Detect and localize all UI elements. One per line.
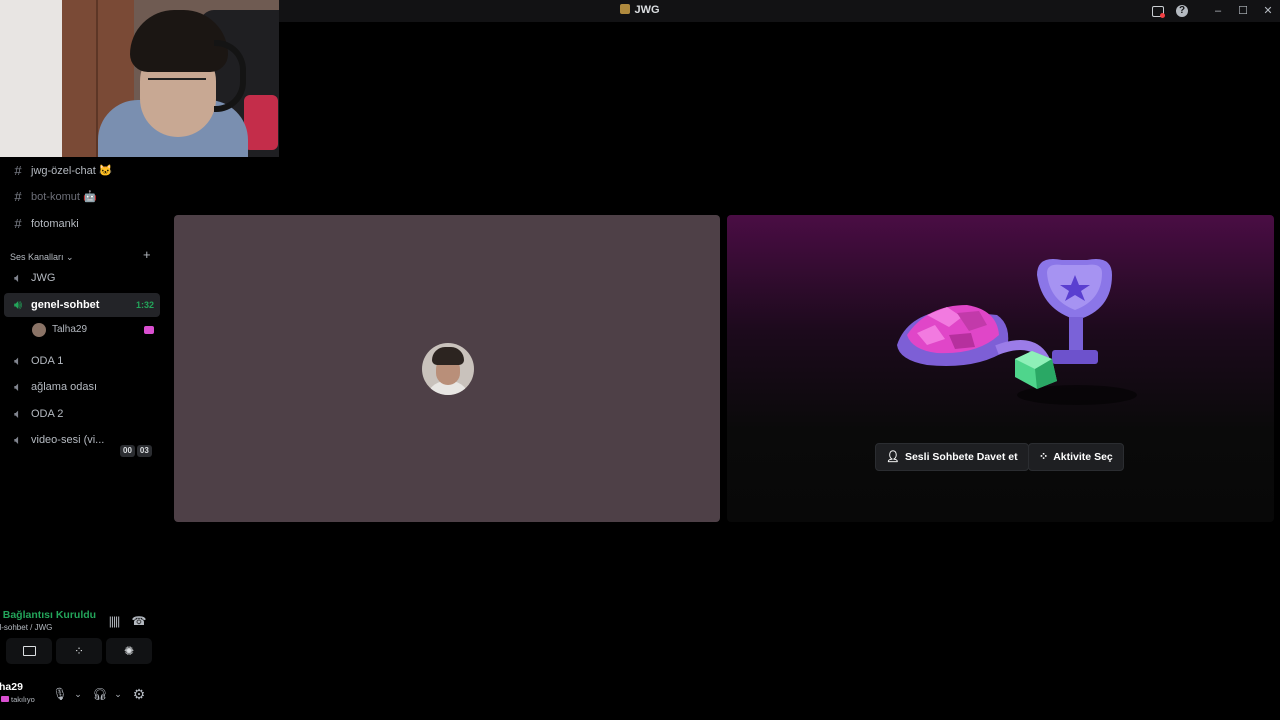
channel-bot-komut[interactable]: # bot-komut 🤖 [4, 185, 160, 209]
share-screen-button[interactable] [6, 638, 52, 664]
voice-stage: 👤︎ Sesli Sohbete Davet et ⁘ Aktivite Seç [167, 22, 1280, 720]
gear-icon[interactable]: ⚙︎ [129, 684, 149, 704]
channel-fotomanki[interactable]: # fotomanki [4, 212, 160, 236]
speaker-icon: 🔈︎ [14, 353, 22, 368]
channel-label: jwg-özel-chat 🐱 [31, 165, 113, 177]
call-timer: 1:32 [135, 300, 154, 310]
voice-channel-path: el-sohbet / JWG [0, 623, 53, 632]
voice-channel-oda-2[interactable]: 🔈︎ ODA 2 [4, 402, 160, 426]
channel-label: fotomanki [31, 218, 79, 230]
user-name[interactable]: ha29 [0, 681, 23, 693]
voice-channel-aglama-odasi[interactable]: 🔈︎ ağlama odası [4, 375, 160, 399]
user-limit-counter: 00 03 [118, 440, 158, 457]
voice-member[interactable]: Talha29 [30, 320, 160, 340]
channel-label: genel-sohbet [31, 299, 100, 311]
avatar [422, 343, 474, 395]
voice-category-header[interactable]: Ses Kanalları ⌄ [10, 252, 74, 263]
channel-label: JWG [31, 272, 56, 284]
minimize-button[interactable]: – [1210, 3, 1226, 19]
counter-limit: 03 [136, 445, 152, 457]
microphone-icon[interactable]: 🎙︎ [50, 684, 70, 704]
webcam-overlay [0, 0, 279, 157]
channel-label: video-sesi (vi... [31, 434, 105, 446]
activity-tile: 👤︎ Sesli Sohbete Davet et ⁘ Aktivite Seç [727, 215, 1274, 522]
speaker-icon: 🔈︎ [14, 406, 22, 421]
channel-jwg-ozel-chat[interactable]: # jwg-özel-chat 🐱 [4, 159, 160, 183]
speaker-icon: 🔈︎ [14, 270, 22, 285]
add-channel-icon[interactable]: + [143, 247, 151, 262]
activity-badge-icon [144, 326, 154, 334]
close-button[interactable]: ✕ [1260, 3, 1276, 19]
server-icon [620, 4, 631, 14]
avatar [32, 323, 46, 337]
headset-icon[interactable]: 🎧︎ [90, 684, 110, 704]
chevron-down-icon[interactable]: ⌄ [108, 684, 128, 704]
maximize-button[interactable]: ☐ [1235, 3, 1251, 19]
grid-icon: ⁘ [1039, 451, 1049, 463]
channel-label: ODA 1 [31, 355, 64, 367]
voice-channel-genel-sohbet[interactable]: 🔊︎ genel-sohbet 1:32 [4, 293, 160, 317]
hash-icon: # [14, 189, 22, 204]
noise-suppression-icon[interactable]: ||||| [104, 611, 124, 631]
activity-illustration [897, 259, 1137, 405]
invite-to-voice-button[interactable]: 👤︎ Sesli Sohbete Davet et [875, 443, 1029, 471]
channel-label: ağlama odası [31, 381, 98, 393]
voice-channel-jwg[interactable]: 🔈︎ JWG [4, 266, 160, 290]
voice-connection-panel: s Bağlantısı Kuruldu el-sohbet / JWG |||… [0, 600, 160, 720]
channel-label: bot-komut 🤖 [31, 191, 97, 203]
hash-icon: # [14, 163, 22, 178]
add-user-icon: 👤︎ [886, 451, 900, 463]
member-name: Talha29 [52, 324, 88, 335]
chevron-down-icon[interactable]: ⌄ [68, 684, 88, 704]
channel-label: ODA 2 [31, 408, 64, 420]
voice-channel-oda-1[interactable]: 🔈︎ ODA 1 [4, 349, 160, 373]
screen-share-icon [22, 646, 36, 656]
choose-activity-button[interactable]: ⁘ Aktivite Seç [1028, 443, 1124, 471]
speaker-icon: 🔊︎ [13, 297, 23, 312]
disconnect-icon[interactable]: ☎︎ [129, 611, 149, 631]
participant-tile[interactable] [174, 215, 720, 522]
user-status: takılıyo [1, 695, 35, 704]
hash-icon: # [14, 216, 22, 231]
soundboard-icon: ✺ [123, 644, 135, 658]
help-icon[interactable]: ? [1174, 3, 1190, 19]
grid-icon: ⁘ [73, 644, 85, 658]
soundboard-button[interactable]: ✺ [106, 638, 152, 664]
speaker-icon: 🔈︎ [14, 379, 22, 394]
inbox-icon[interactable] [1149, 3, 1165, 19]
counter-current: 00 [120, 445, 135, 457]
activities-button[interactable]: ⁘ [56, 638, 102, 664]
voice-status[interactable]: s Bağlantısı Kuruldu [0, 609, 96, 621]
speaker-icon: 🔈︎ [14, 432, 22, 447]
status-emoji-icon [1, 696, 9, 702]
